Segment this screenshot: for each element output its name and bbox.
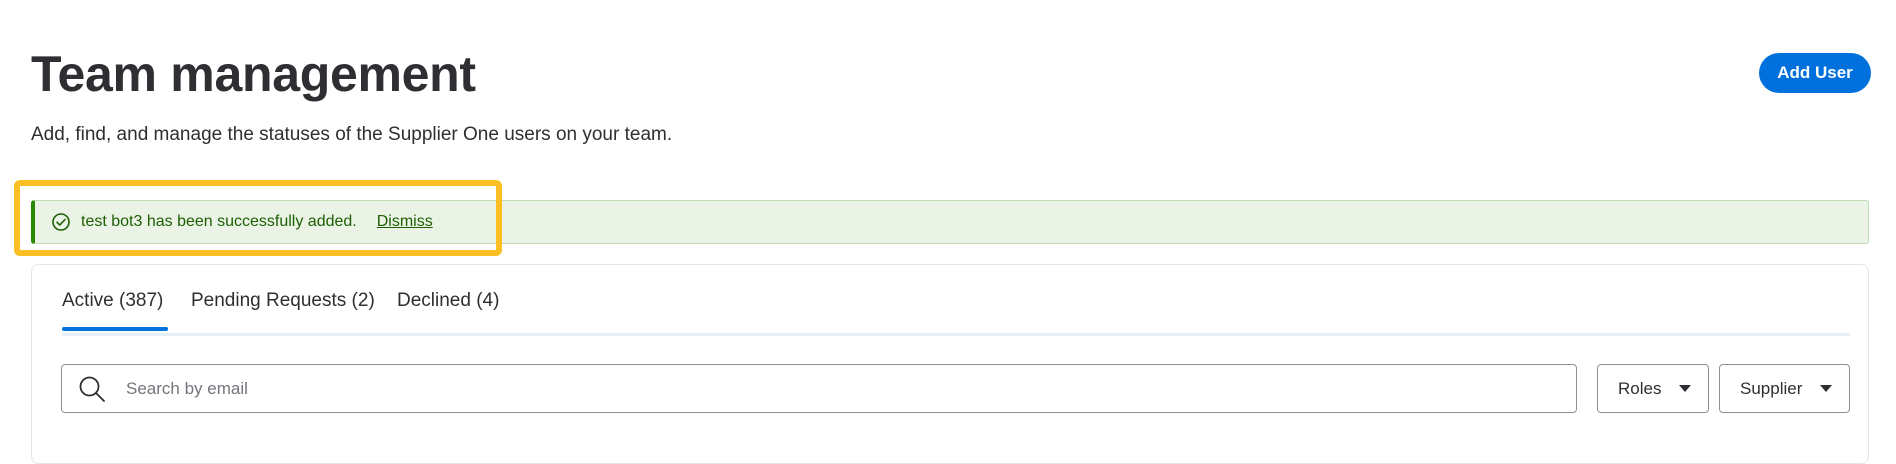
supplier-dropdown-label: Supplier	[1740, 378, 1803, 398]
add-user-button[interactable]: Add User	[1759, 53, 1871, 93]
tab-active-label: Active (387)	[62, 290, 164, 311]
caret-down-icon	[1679, 385, 1692, 392]
caret-down-icon	[1820, 385, 1833, 392]
page-title: Team management	[31, 46, 476, 102]
check-circle-icon	[51, 212, 71, 232]
search-field[interactable]	[61, 364, 1577, 413]
success-alert: test bot3 has been successfully added. D…	[31, 200, 1869, 244]
roles-dropdown-label: Roles	[1618, 378, 1662, 398]
search-icon	[78, 375, 106, 403]
tab-pending-label: Pending Requests (2)	[191, 290, 375, 311]
search-input[interactable]	[124, 377, 1576, 400]
dismiss-link[interactable]: Dismiss	[377, 213, 433, 231]
supplier-dropdown[interactable]: Supplier	[1719, 364, 1850, 413]
tab-declined[interactable]: Declined (4)	[397, 290, 499, 326]
page-subtitle: Add, find, and manage the statuses of th…	[31, 124, 673, 145]
tab-declined-label: Declined (4)	[397, 290, 500, 311]
status-tabs: Active (387) Pending Requests (2) Declin…	[62, 272, 1850, 336]
tab-active[interactable]: Active (387)	[62, 290, 168, 331]
tab-pending-requests[interactable]: Pending Requests (2)	[191, 290, 375, 326]
roles-dropdown[interactable]: Roles	[1597, 364, 1709, 413]
active-tab-indicator	[62, 327, 168, 331]
alert-message: test bot3 has been successfully added.	[81, 213, 357, 230]
